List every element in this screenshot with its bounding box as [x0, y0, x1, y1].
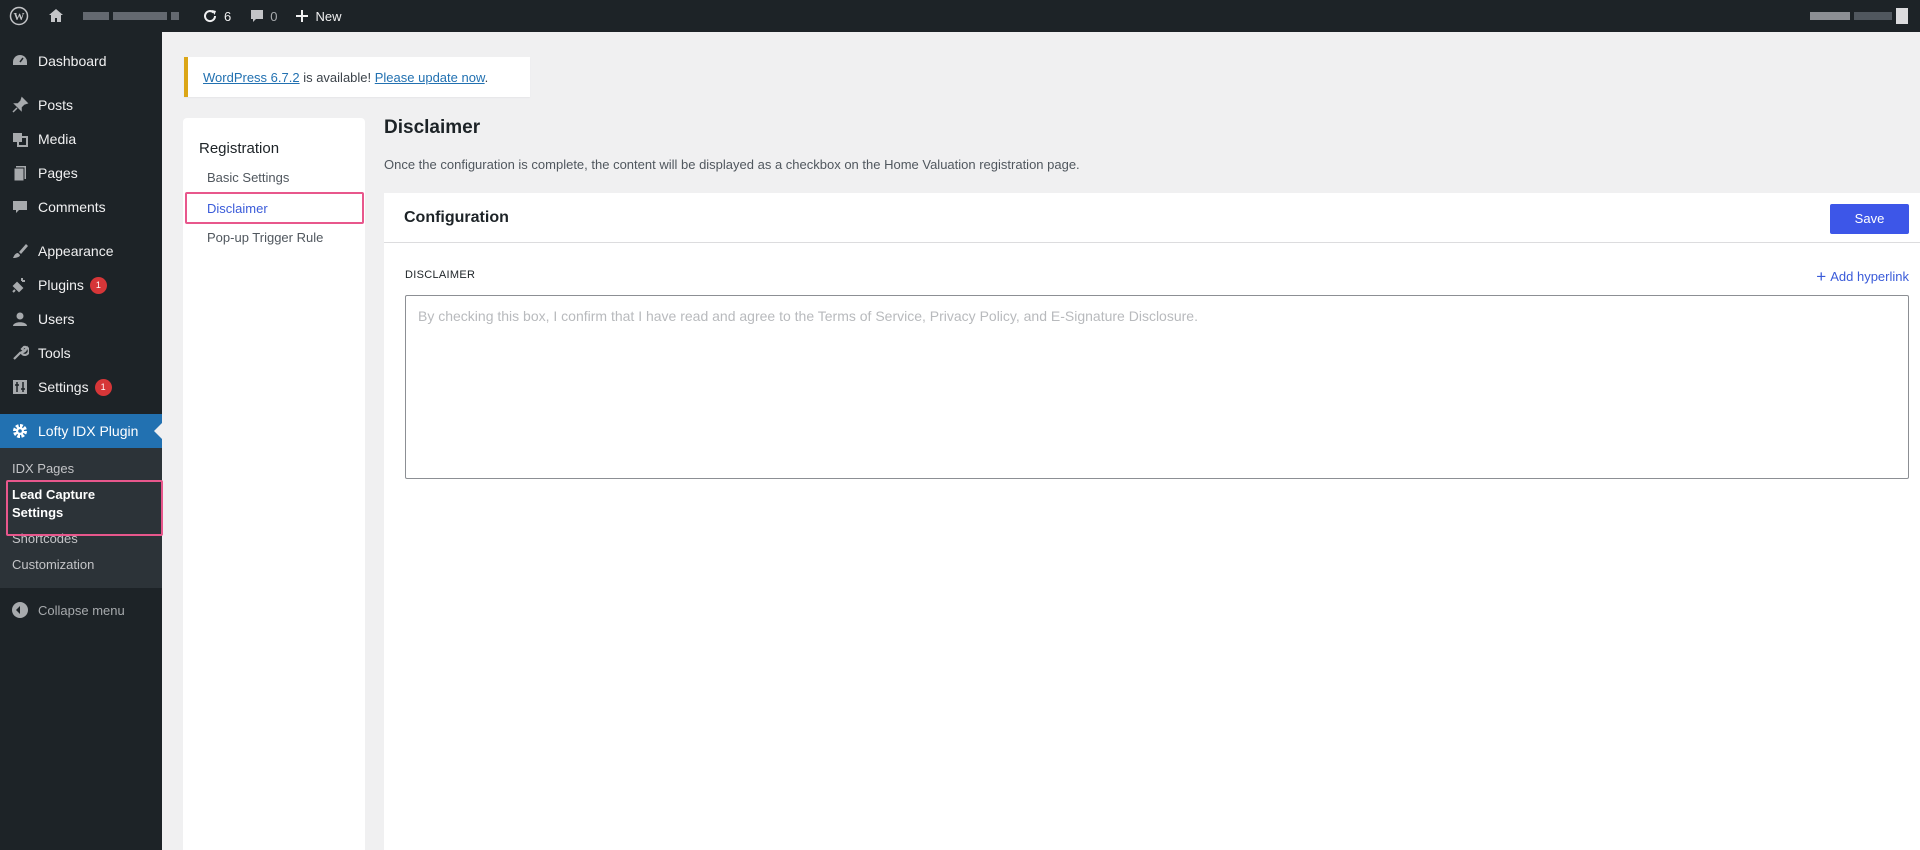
- save-button[interactable]: Save: [1830, 204, 1909, 234]
- updates-icon: [201, 7, 219, 25]
- site-name[interactable]: [74, 0, 192, 32]
- subnav-basic-settings[interactable]: Basic Settings: [207, 170, 289, 185]
- card-title: Configuration: [404, 209, 509, 226]
- plus-icon: [295, 9, 309, 23]
- menu-item-plugins[interactable]: Plugins 1: [0, 268, 162, 302]
- submenu-item-shortcodes[interactable]: Shortcodes: [0, 526, 162, 552]
- gear-icon: [10, 421, 30, 441]
- pin-icon: [10, 95, 30, 115]
- comments-link[interactable]: 0: [240, 0, 286, 32]
- avatar: [1896, 8, 1908, 24]
- dashboard-icon: [10, 51, 30, 71]
- menu-label: Users: [38, 311, 75, 327]
- wordpress-version-link[interactable]: WordPress 6.7.2: [203, 70, 300, 85]
- pages-icon: [10, 163, 30, 183]
- lofty-submenu: IDX Pages Lead Capture Settings Shortcod…: [0, 448, 162, 588]
- wrench-icon: [10, 343, 30, 363]
- home-icon[interactable]: [38, 0, 74, 32]
- add-hyperlink-label: Add hyperlink: [1830, 269, 1909, 284]
- menu-label: Lofty IDX Plugin: [38, 423, 139, 439]
- settings-icon: [10, 377, 30, 397]
- wordpress-logo-icon[interactable]: W: [0, 0, 38, 32]
- menu-item-pages[interactable]: Pages: [0, 156, 162, 190]
- collapse-label: Collapse menu: [38, 602, 125, 618]
- svg-text:W: W: [14, 11, 25, 23]
- comments-count: 0: [270, 8, 278, 24]
- admin-bar: W 6 0 New: [0, 0, 1920, 32]
- subnav-popup-trigger-rule[interactable]: Pop-up Trigger Rule: [207, 230, 323, 245]
- menu-item-media[interactable]: Media: [0, 122, 162, 156]
- subnav-title: Registration: [199, 140, 280, 157]
- new-content-link[interactable]: New: [286, 0, 350, 32]
- collapse-menu-button[interactable]: Collapse menu: [0, 592, 162, 628]
- notice-text: is available!: [299, 69, 375, 85]
- settings-subnav: Registration Basic Settings Disclaimer P…: [183, 118, 365, 850]
- menu-item-posts[interactable]: Posts: [0, 88, 162, 122]
- new-label: New: [315, 8, 342, 24]
- menu-label: Plugins: [38, 277, 84, 293]
- comment-bubble-icon: [249, 8, 265, 24]
- user-icon: [10, 309, 30, 329]
- disclaimer-textarea[interactable]: [405, 295, 1909, 479]
- plus-icon: +: [1816, 267, 1827, 286]
- menu-item-dashboard[interactable]: Dashboard: [0, 44, 162, 78]
- menu-item-appearance[interactable]: Appearance: [0, 234, 162, 268]
- menu-item-settings[interactable]: Settings 1: [0, 370, 162, 404]
- menu-label: Comments: [38, 199, 106, 215]
- menu-item-lofty-idx-plugin[interactable]: Lofty IDX Plugin: [0, 414, 162, 448]
- menu-label: Appearance: [38, 243, 114, 259]
- plug-icon: [10, 275, 30, 295]
- page-description: Once the configuration is complete, the …: [384, 157, 1080, 172]
- comment-icon: [10, 197, 30, 217]
- updates-link[interactable]: 6: [192, 0, 240, 32]
- updates-count: 6: [224, 8, 232, 24]
- menu-item-tools[interactable]: Tools: [0, 336, 162, 370]
- add-hyperlink-button[interactable]: + Add hyperlink: [1816, 267, 1909, 286]
- update-now-link[interactable]: Please update now: [375, 70, 485, 85]
- admin-menu: Dashboard Posts Media Pages Comments App…: [0, 32, 162, 850]
- menu-label: Media: [38, 131, 77, 147]
- disclaimer-field-label: DISCLAIMER: [405, 269, 476, 281]
- subnav-disclaimer[interactable]: Disclaimer: [207, 201, 268, 216]
- settings-update-badge: 1: [94, 378, 112, 396]
- submenu-item-customization[interactable]: Customization: [0, 552, 162, 578]
- menu-label: Tools: [38, 345, 71, 361]
- submenu-item-idx-pages[interactable]: IDX Pages: [0, 456, 162, 482]
- menu-item-users[interactable]: Users: [0, 302, 162, 336]
- menu-label: Dashboard: [38, 53, 107, 69]
- page-title: Disclaimer: [384, 117, 481, 138]
- update-notice: WordPress 6.7.2 is available! Please upd…: [184, 57, 530, 97]
- card-header: Configuration Save: [384, 193, 1920, 243]
- menu-item-comments[interactable]: Comments: [0, 190, 162, 224]
- account-menu[interactable]: [1810, 0, 1920, 32]
- submenu-item-lead-capture-settings[interactable]: Lead Capture Settings: [0, 482, 140, 526]
- media-icon: [10, 129, 30, 149]
- collapse-icon: [12, 602, 28, 618]
- plugins-update-badge: 1: [89, 276, 107, 294]
- brush-icon: [10, 241, 30, 261]
- menu-label: Settings: [38, 379, 89, 395]
- menu-label: Pages: [38, 165, 78, 181]
- configuration-card: Configuration Save DISCLAIMER + Add hype…: [384, 193, 1920, 850]
- notice-end: .: [484, 69, 489, 85]
- menu-label: Posts: [38, 97, 74, 113]
